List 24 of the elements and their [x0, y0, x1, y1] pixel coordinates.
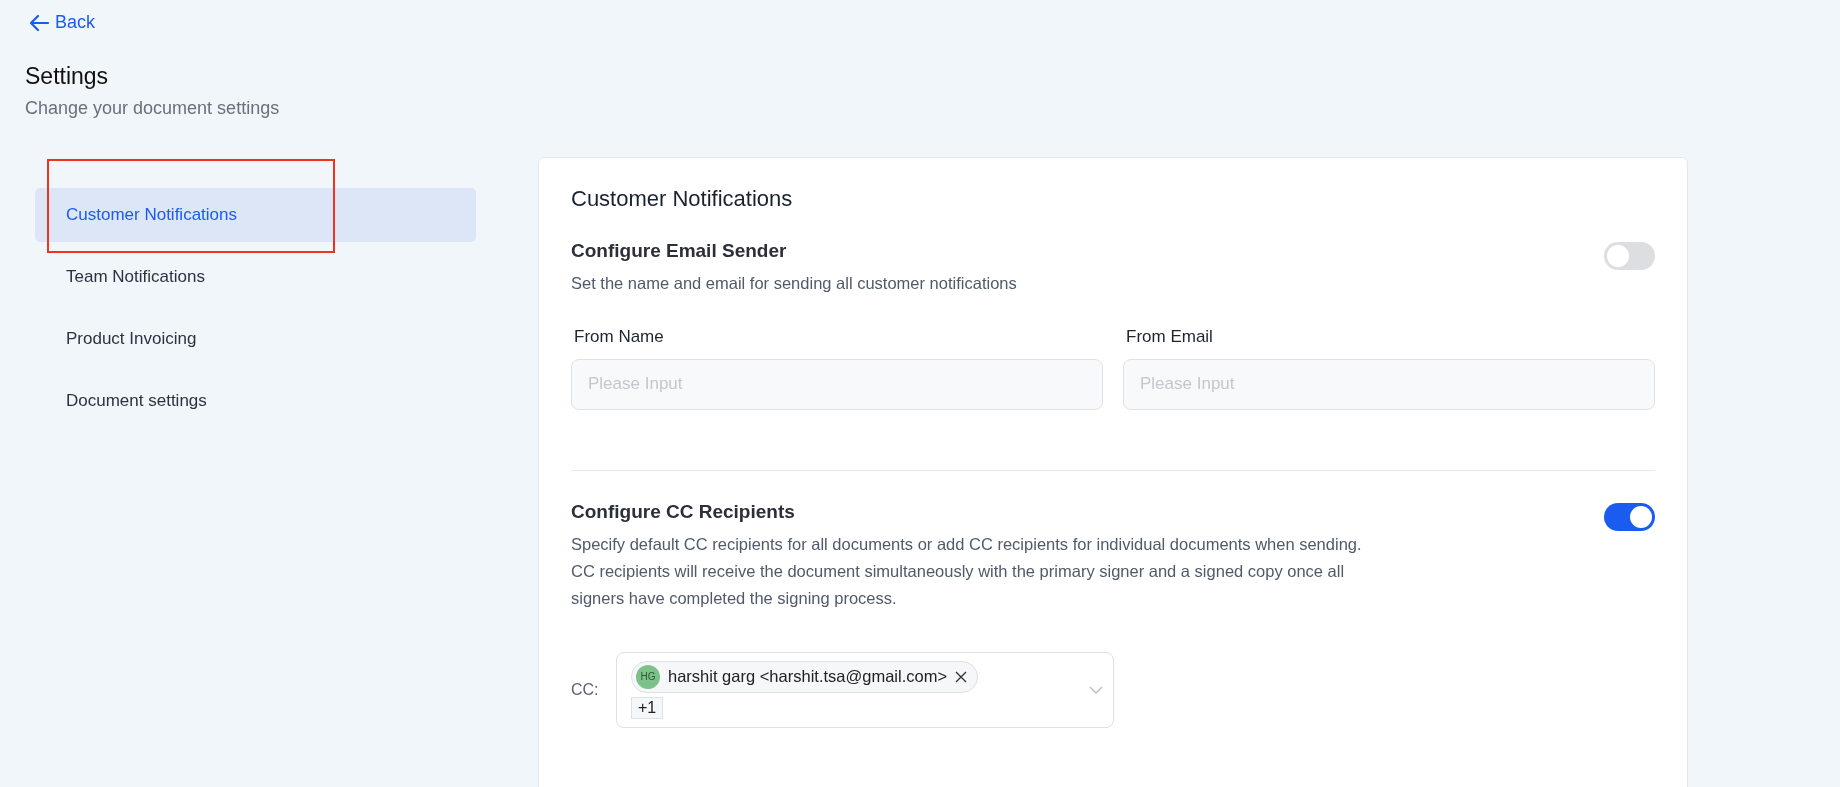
sidebar-item[interactable]: Team Notifications	[35, 249, 476, 304]
toggle-switch[interactable]	[1604, 502, 1655, 531]
sidebar-item[interactable]: Document settings	[35, 373, 476, 428]
field-label: From Email	[1126, 326, 1214, 347]
recipient-text: harshit garg <harshit.tsa@gmail.com>	[668, 667, 948, 686]
section-title: Configure CC Recipients	[571, 500, 796, 523]
sidebar-item[interactable]: Product Invoicing	[35, 311, 476, 366]
more-count: +1	[631, 696, 664, 719]
sidebar-item[interactable]: Customer Notifications	[35, 187, 476, 242]
page-subtitle: Change your document settings	[25, 97, 281, 119]
arrow-left-icon	[29, 13, 49, 32]
page-title: Settings	[25, 62, 110, 90]
chevron-down-icon	[1089, 685, 1103, 694]
section-title: Configure Email Sender	[571, 239, 788, 262]
cc-select-field[interactable]: HG harshit garg <harshit.tsa@gmail.com> +1	[616, 651, 1114, 728]
section-description: Specify default CC recipients for all documents or add CC recipients for individual documents when sending. CC recipients will receive the document simultaneously with the primary signer and a signed copy once all signers have completed the signing process.	[571, 533, 1362, 609]
close-icon[interactable]	[955, 670, 968, 683]
card-title: Customer Notifications	[571, 185, 794, 212]
toggle-switch[interactable]	[1604, 241, 1655, 270]
section-description: Set the name and email for sending all customer notifications	[571, 272, 1017, 294]
back-link[interactable]: Back	[29, 12, 96, 33]
field-label: From Name	[574, 326, 665, 347]
avatar-initials: HG	[636, 664, 660, 689]
cc-label: CC:	[571, 680, 600, 699]
